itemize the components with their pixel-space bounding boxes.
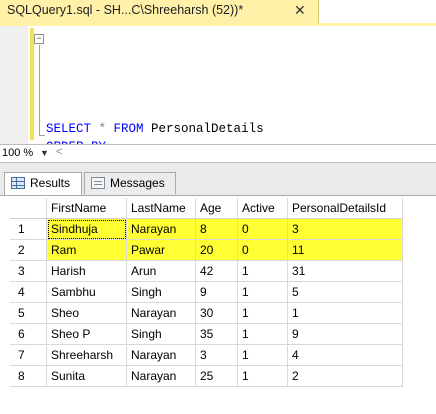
results-tab-strip: Results Messages [0,163,436,195]
cell-active[interactable]: 0 [237,239,288,261]
cell-age[interactable]: 9 [195,281,238,303]
document-tab-bar: SQLQuery1.sql - SH...C\Shreeharsh (52))*… [0,0,436,23]
sql-token: * [91,122,114,136]
cell-firstname[interactable]: Sheo P [46,323,127,345]
row-number[interactable]: 1 [10,218,47,240]
column-header-lastname[interactable]: LastName [126,198,196,219]
row-number[interactable]: 5 [10,302,47,324]
cell-age[interactable]: 3 [195,344,238,366]
cell-active[interactable]: 0 [237,218,288,240]
table-row[interactable]: 6 Sheo P Singh 35 1 9 [10,323,403,345]
cell-personaldetailsid[interactable]: 31 [287,260,403,282]
results-table[interactable]: FirstName LastName Age Active PersonalDe… [10,198,403,387]
grid-icon [11,177,25,189]
cell-age[interactable]: 35 [195,323,238,345]
row-number[interactable]: 6 [10,323,47,345]
zoom-dropdown-icon[interactable]: ▼ [40,148,49,158]
outline-line [39,45,40,135]
cell-personaldetailsid[interactable]: 5 [287,281,403,303]
row-number-header[interactable] [10,198,47,219]
query-editor[interactable]: − SELECT * FROM PersonalDetailsORDER BYC… [0,26,436,208]
cell-firstname[interactable]: Harish [46,260,127,282]
row-number[interactable]: 4 [10,281,47,303]
cell-personaldetailsid[interactable]: 3 [287,218,403,240]
cell-lastname[interactable]: Narayan [126,302,196,324]
scroll-left-icon[interactable]: < [56,146,62,158]
messages-icon [91,177,105,189]
cell-age[interactable]: 8 [195,218,238,240]
cell-firstname[interactable]: Ram [46,239,127,261]
collapse-icon[interactable]: − [34,34,44,44]
cell-firstname[interactable]: Sheo [46,302,127,324]
table-row[interactable]: 4 Sambhu Singh 9 1 5 [10,281,403,303]
table-row[interactable]: 2 Ram Pawar 20 0 11 [10,239,403,261]
zoom-level[interactable]: 100 % [2,147,33,159]
cell-personaldetailsid[interactable]: 4 [287,344,403,366]
sql-keyword: FROM [113,122,144,136]
cell-active[interactable]: 1 [237,302,288,324]
tab-results[interactable]: Results [4,172,82,195]
code-line[interactable]: SELECT * FROM PersonalDetails [36,120,373,138]
cell-age[interactable]: 20 [195,239,238,261]
tab-messages[interactable]: Messages [84,172,176,194]
table-row[interactable]: 3 Harish Arun 42 1 31 [10,260,403,282]
cell-personaldetailsid[interactable]: 9 [287,323,403,345]
cell-lastname[interactable]: Narayan [126,344,196,366]
table-row[interactable]: 5 Sheo Narayan 30 1 1 [10,302,403,324]
cell-age[interactable]: 25 [195,365,238,387]
sql-token: PersonalDetails [143,122,264,136]
column-header-active[interactable]: Active [237,198,288,219]
editor-status-bar: 100 % ▼ < [0,144,436,163]
cell-firstname[interactable]: Sunita [46,365,127,387]
column-header-firstname[interactable]: FirstName [46,198,127,219]
cell-active[interactable]: 1 [237,323,288,345]
row-number[interactable]: 8 [10,365,47,387]
tab-messages-label: Messages [110,176,165,190]
cell-active[interactable]: 1 [237,260,288,282]
cell-personaldetailsid[interactable]: 11 [287,239,403,261]
cell-age[interactable]: 30 [195,302,238,324]
cell-personaldetailsid[interactable]: 1 [287,302,403,324]
cell-firstname[interactable]: Shreeharsh [46,344,127,366]
cell-active[interactable]: 1 [237,344,288,366]
close-tab-icon[interactable]: ✕ [294,2,306,19]
sql-keyword: SELECT [46,122,92,136]
cell-personaldetailsid[interactable]: 2 [287,365,403,387]
results-grid[interactable]: FirstName LastName Age Active PersonalDe… [0,195,436,414]
cell-lastname[interactable]: Arun [126,260,196,282]
table-row[interactable]: 8 Sunita Narayan 25 1 2 [10,365,403,387]
cell-active[interactable]: 1 [237,365,288,387]
tab-results-label: Results [30,176,71,190]
header-row: FirstName LastName Age Active PersonalDe… [10,198,403,219]
row-number[interactable]: 7 [10,344,47,366]
row-number[interactable]: 2 [10,239,47,261]
table-row[interactable]: 1 Sindhuja Narayan 8 0 3 [10,218,403,240]
cell-firstname[interactable]: Sambhu [46,281,127,303]
change-tracking-margin [30,28,34,140]
query-tab-title: SQLQuery1.sql - SH...C\Shreeharsh (52))* [7,3,244,17]
outline-end [39,135,45,136]
row-number[interactable]: 3 [10,260,47,282]
column-header-age[interactable]: Age [195,198,238,219]
cell-lastname[interactable]: Narayan [126,218,196,240]
table-row[interactable]: 7 Shreeharsh Narayan 3 1 4 [10,344,403,366]
query-tab[interactable]: SQLQuery1.sql - SH...C\Shreeharsh (52))*… [0,0,319,23]
cell-lastname[interactable]: Singh [126,281,196,303]
cell-lastname[interactable]: Narayan [126,365,196,387]
column-header-personaldetailsid[interactable]: PersonalDetailsId [287,198,403,219]
cell-lastname[interactable]: Pawar [126,239,196,261]
cell-active[interactable]: 1 [237,281,288,303]
cell-lastname[interactable]: Singh [126,323,196,345]
cell-age[interactable]: 42 [195,260,238,282]
editor-gutter [0,26,28,144]
cell-firstname[interactable]: Sindhuja [46,218,127,240]
